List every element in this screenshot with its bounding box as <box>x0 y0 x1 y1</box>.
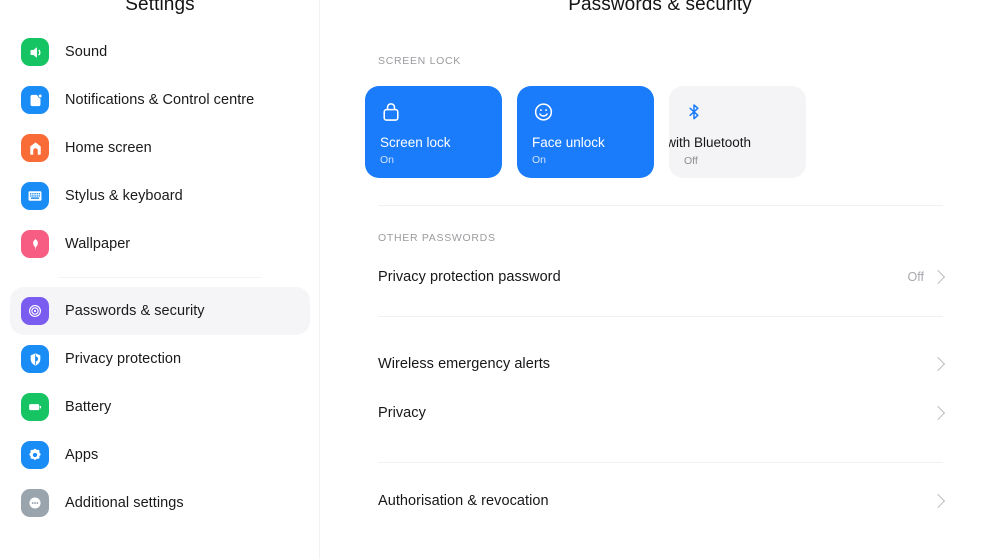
row-privacy-protection-password[interactable]: Privacy protection password Off <box>378 264 946 290</box>
bluetooth-icon <box>684 100 806 126</box>
more-icon <box>21 489 49 517</box>
battery-icon <box>21 393 49 421</box>
card-status: Off <box>684 155 698 167</box>
main-content: Passwords & security SCREEN LOCK Screen … <box>320 0 1000 559</box>
row-authorisation-revocation[interactable]: Authorisation & revocation <box>378 488 946 514</box>
row-label: Authorisation & revocation <box>378 493 549 509</box>
sidebar-item-label: Passwords & security <box>65 303 205 319</box>
sidebar-item-home-screen[interactable]: Home screen <box>10 124 310 172</box>
sidebar-item-label: Additional settings <box>65 495 184 511</box>
card-status: On <box>380 154 395 166</box>
sidebar-item-label: Home screen <box>65 140 152 156</box>
card-title: Face unlock <box>532 135 605 150</box>
page-title: Passwords & security <box>568 0 752 15</box>
row-trailing <box>930 493 946 509</box>
sidebar-item-notifications[interactable]: Notifications & Control centre <box>10 76 310 124</box>
row-privacy[interactable]: Privacy <box>378 400 946 426</box>
sound-icon <box>21 38 49 66</box>
lock-icon <box>380 100 502 126</box>
sidebar-item-passwords-security[interactable]: Passwords & security <box>10 287 310 335</box>
card-title-clip: ck with Bluetooth <box>669 135 806 151</box>
row-wireless-emergency-alerts[interactable]: Wireless emergency alerts <box>378 351 946 377</box>
sidebar-title: Settings <box>125 0 195 15</box>
keyboard-icon <box>21 182 49 210</box>
screen-lock-cards: Screen lock On Face unlock On with Bluet… <box>365 86 806 178</box>
chevron-right-icon <box>930 493 946 509</box>
chevron-right-icon <box>930 405 946 421</box>
privacy-icon <box>21 345 49 373</box>
row-value: Off <box>907 270 924 284</box>
card-screen-lock[interactable]: Screen lock On <box>365 86 502 178</box>
sidebar-item-stylus-keyboard[interactable]: Stylus & keyboard <box>10 172 310 220</box>
chevron-right-icon <box>930 269 946 285</box>
sidebar-item-privacy-protection[interactable]: Privacy protection <box>10 335 310 383</box>
row-label: Wireless emergency alerts <box>378 356 551 372</box>
home-icon <box>21 134 49 162</box>
sidebar-item-label: Privacy protection <box>65 351 182 367</box>
section-label-screen-lock: SCREEN LOCK <box>378 55 461 67</box>
sidebar-item-label: Battery <box>65 399 112 415</box>
card-face-unlock[interactable]: Face unlock On <box>517 86 654 178</box>
sidebar-item-battery[interactable]: Battery <box>10 383 310 431</box>
sidebar-item-additional-settings[interactable]: Additional settings <box>10 479 310 527</box>
sidebar-item-label: Stylus & keyboard <box>65 188 183 204</box>
sidebar-nav: Sound Notifications & Control centre Hom… <box>0 28 320 527</box>
sidebar-item-sound[interactable]: Sound <box>10 28 310 76</box>
sidebar-item-label: Wallpaper <box>65 236 131 252</box>
face-icon <box>532 100 654 126</box>
section-divider <box>378 316 943 317</box>
settings-app: Settings Sound Notifications & Control c… <box>0 0 1000 559</box>
row-trailing <box>930 356 946 372</box>
fingerprint-icon <box>21 297 49 325</box>
row-label: Privacy <box>378 405 426 421</box>
chevron-right-icon <box>930 356 946 372</box>
sidebar-divider <box>58 277 262 278</box>
sidebar: Settings Sound Notifications & Control c… <box>0 0 320 559</box>
sidebar-item-label: Notifications & Control centre <box>65 92 255 108</box>
wallpaper-icon <box>21 230 49 258</box>
card-title: Screen lock <box>380 135 451 150</box>
apps-icon <box>21 441 49 469</box>
card-unlock-with-bluetooth[interactable]: ck with Bluetooth Off <box>669 86 806 178</box>
sidebar-item-wallpaper[interactable]: Wallpaper <box>10 220 310 268</box>
notifications-icon <box>21 86 49 114</box>
row-label: Privacy protection password <box>378 269 561 285</box>
section-divider <box>378 462 943 463</box>
sidebar-item-apps[interactable]: Apps <box>10 431 310 479</box>
card-status: On <box>532 154 547 166</box>
row-trailing <box>930 405 946 421</box>
section-label-other-passwords: OTHER PASSWORDS <box>378 232 496 244</box>
sidebar-item-label: Sound <box>65 44 108 60</box>
sidebar-item-label: Apps <box>65 447 99 463</box>
section-divider <box>378 205 943 206</box>
row-trailing: Off <box>907 269 946 285</box>
card-title: ck with Bluetooth <box>669 135 752 150</box>
